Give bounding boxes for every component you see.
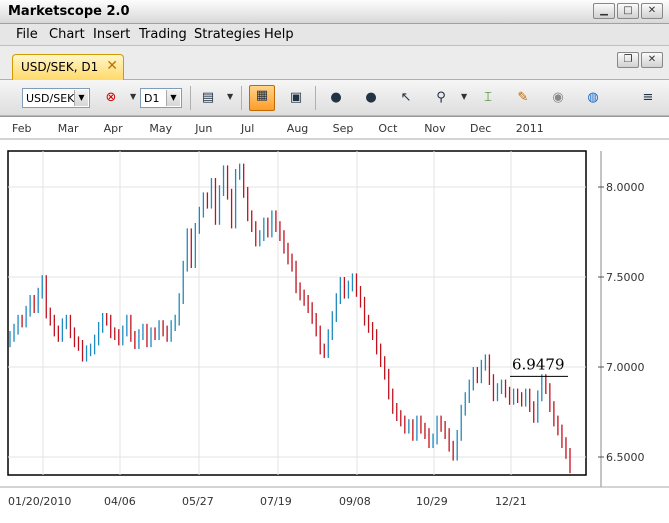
top-month-axis: Feb Mar Apr May Jun Jul Aug Sep Oct Nov Dec 2011 <box>0 122 669 140</box>
timeframe-select[interactable]: D1 ▼ <box>140 88 182 108</box>
zoom-icon[interactable]: ⚲ <box>430 88 452 108</box>
date-axis-label: 01/20/2010 <box>8 495 71 508</box>
top-axis-label: May <box>149 122 172 135</box>
price-axis: 8.0000 7.5000 7.0000 6.5000 <box>598 151 645 487</box>
instrument-value: USD/SEK <box>26 92 75 105</box>
hide-icon[interactable]: ◉ <box>547 88 569 108</box>
menu-file[interactable]: File <box>16 27 38 42</box>
date-axis-label: 09/08 <box>339 495 371 508</box>
price-tick-label: 7.0000 <box>606 361 645 374</box>
chart-area[interactable]: Feb Mar Apr May Jun Jul Aug Sep Oct Nov Dec 2011 8.… <box>0 116 669 523</box>
chevron-down-icon: ▼ <box>74 90 88 106</box>
top-axis-label: Sep <box>333 122 354 135</box>
top-axis-label: Feb <box>12 122 31 135</box>
date-axis-label: 12/21 <box>495 495 527 508</box>
menu-insert[interactable]: Insert <box>93 27 130 42</box>
price-tick-label: 7.5000 <box>606 271 645 284</box>
minimize-icon[interactable]: ▁ <box>593 3 615 19</box>
chart-toolbar: USD/SEK ▼ ⊗ ▼ D1 ▼ ▤ ▼ ▦ ▣ ● ● ↖ ⚲ ▼ ⌶ ✎… <box>0 80 669 116</box>
menu-bar: File Chart Insert Trading Strategies Hel… <box>0 24 669 46</box>
window-controls: ▁ □ ✕ <box>593 3 663 19</box>
chevron-down-icon: ▼ <box>166 90 180 106</box>
candle-chart-icon[interactable]: ▣ <box>285 88 307 108</box>
chart-type-dropdown-icon[interactable]: ▼ <box>227 92 233 101</box>
date-axis-label: 07/19 <box>260 495 292 508</box>
gridlines <box>8 151 586 475</box>
link-dropdown-icon[interactable]: ▼ <box>130 92 136 101</box>
top-axis-label: Nov <box>424 122 446 135</box>
top-axis-label: Jul <box>240 122 254 135</box>
top-axis-label: 2011 <box>516 122 544 135</box>
window-titlebar: Marketscope 2.0 ▁ □ ✕ <box>0 0 669 24</box>
date-axis-label: 05/27 <box>182 495 214 508</box>
app-title: Marketscope 2.0 <box>8 4 130 19</box>
top-axis-label: Jun <box>194 122 212 135</box>
top-axis-label: Dec <box>470 122 491 135</box>
top-axis-label: Oct <box>378 122 398 135</box>
price-annotation: 6.9479 <box>510 355 568 377</box>
toolbar-separator <box>190 86 191 110</box>
price-tick-label: 8.0000 <box>606 181 645 194</box>
toolbar-separator <box>315 86 316 110</box>
menu-trading[interactable]: Trading <box>139 27 187 42</box>
toolbar-separator <box>241 86 242 110</box>
timeframe-value: D1 <box>144 92 160 105</box>
sell-order-icon[interactable]: ● <box>360 88 382 108</box>
annotation-label: 6.9479 <box>512 355 565 373</box>
tab-usd-sek[interactable]: USD/SEK, D1 ✕ <box>12 54 124 81</box>
globe-icon[interactable]: ◍ <box>582 88 604 108</box>
crosshair-icon[interactable]: ⌶ <box>477 88 499 108</box>
bar-chart-icon[interactable]: ▦ <box>249 85 275 111</box>
chart-type-icon[interactable]: ▤ <box>197 88 219 108</box>
maximize-icon[interactable]: □ <box>617 3 639 19</box>
restore-icon[interactable]: ❐ <box>617 52 639 68</box>
date-axis: 01/20/2010 04/06 05/27 07/19 09/08 10/29 12/21 <box>0 486 669 508</box>
menu-chart[interactable]: Chart <box>49 27 85 42</box>
date-axis-label: 10/29 <box>416 495 448 508</box>
buy-order-icon[interactable]: ● <box>325 88 347 108</box>
plot-frame <box>7 150 587 476</box>
zoom-dropdown-icon[interactable]: ▼ <box>461 92 467 101</box>
instrument-select[interactable]: USD/SEK ▼ <box>22 88 90 108</box>
price-bars <box>9 163 571 474</box>
top-axis-label: Apr <box>104 122 124 135</box>
toolbar-overflow-icon[interactable]: ≡ <box>640 88 656 108</box>
tab-label: USD/SEK, D1 <box>21 60 99 74</box>
date-axis-label: 04/06 <box>104 495 136 508</box>
menu-help[interactable]: Help <box>264 27 294 42</box>
price-tick-label: 6.5000 <box>606 451 645 464</box>
price-chart[interactable]: Feb Mar Apr May Jun Jul Aug Sep Oct Nov Dec 2011 8.… <box>0 117 669 523</box>
menu-strategies[interactable]: Strategies <box>194 27 260 42</box>
chart-close-icon[interactable]: ✕ <box>641 52 663 68</box>
tab-close-icon[interactable]: ✕ <box>106 58 118 74</box>
link-off-icon[interactable]: ⊗ <box>100 88 122 108</box>
document-tab-bar: USD/SEK, D1 ✕ ❐ ✕ <box>0 46 669 81</box>
close-icon[interactable]: ✕ <box>641 3 663 19</box>
top-axis-label: Aug <box>287 122 308 135</box>
top-axis-label: Mar <box>58 122 79 135</box>
chart-window-controls: ❐ ✕ <box>617 52 663 68</box>
properties-icon[interactable]: ✎ <box>512 88 534 108</box>
cursor-icon[interactable]: ↖ <box>395 88 417 108</box>
